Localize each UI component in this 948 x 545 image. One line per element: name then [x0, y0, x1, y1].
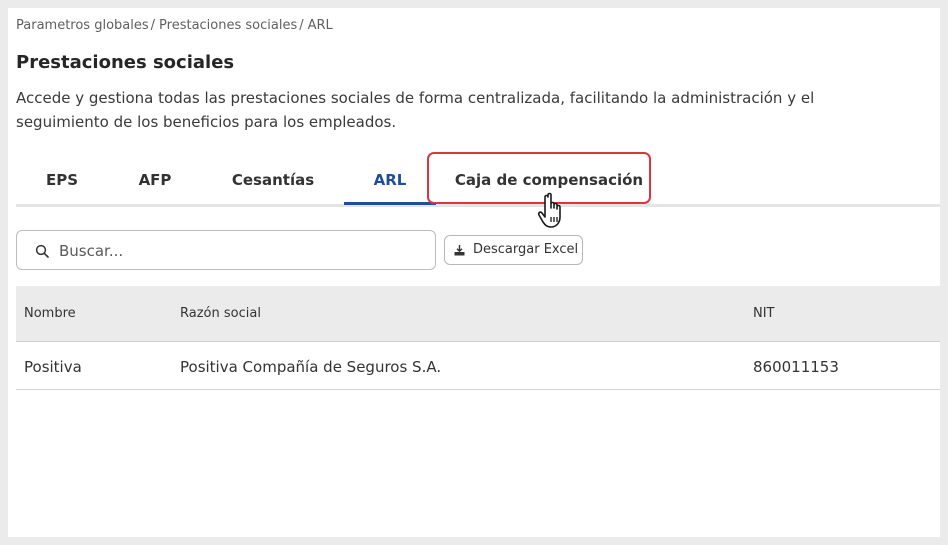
- tab-eps[interactable]: EPS: [16, 158, 108, 202]
- page-frame: Parametros globales / Prestaciones sociale…: [8, 8, 940, 537]
- search-input[interactable]: [57, 237, 421, 265]
- column-header-nit[interactable]: NIT: [753, 306, 775, 321]
- hand-cursor-icon: [537, 192, 561, 228]
- column-header-razon-social[interactable]: Razón social: [180, 306, 261, 321]
- tab-arl[interactable]: ARL: [344, 158, 436, 205]
- breadcrumb-item-parametros[interactable]: Parametros globales: [16, 18, 149, 33]
- download-excel-button[interactable]: Descargar Excel: [444, 235, 583, 265]
- tab-bar: EPS AFP Cesantías ARL Caja de compensaci…: [16, 158, 940, 207]
- tab-cesantias[interactable]: Cesantías: [202, 158, 344, 202]
- download-icon: [454, 245, 465, 256]
- tab-afp[interactable]: AFP: [108, 158, 202, 202]
- breadcrumb-separator: /: [299, 18, 304, 33]
- download-excel-label: Descargar Excel: [473, 242, 579, 257]
- page-description: Accede y gestiona todas las prestaciones…: [16, 89, 815, 131]
- table-row[interactable]: Positiva Positiva Compañía de Seguros S.…: [16, 342, 940, 390]
- cell-nombre: Positiva: [24, 358, 82, 376]
- breadcrumb: Parametros globales / Prestaciones sociale…: [16, 18, 333, 33]
- column-header-nombre[interactable]: Nombre: [24, 306, 76, 321]
- table-header: Nombre Razón social NIT: [16, 286, 940, 342]
- breadcrumb-separator: /: [150, 18, 156, 33]
- breadcrumb-item-prestaciones[interactable]: Prestaciones sociales: [159, 18, 297, 33]
- breadcrumb-item-arl: ARL: [307, 18, 333, 33]
- data-table: Nombre Razón social NIT Positiva Positiv…: [16, 286, 940, 390]
- search-box[interactable]: [16, 230, 436, 270]
- search-icon: [35, 244, 49, 258]
- page-title: Prestaciones sociales: [16, 52, 235, 73]
- cell-razon-social: Positiva Compañía de Seguros S.A.: [180, 358, 442, 376]
- cell-nit: 860011153: [753, 358, 839, 376]
